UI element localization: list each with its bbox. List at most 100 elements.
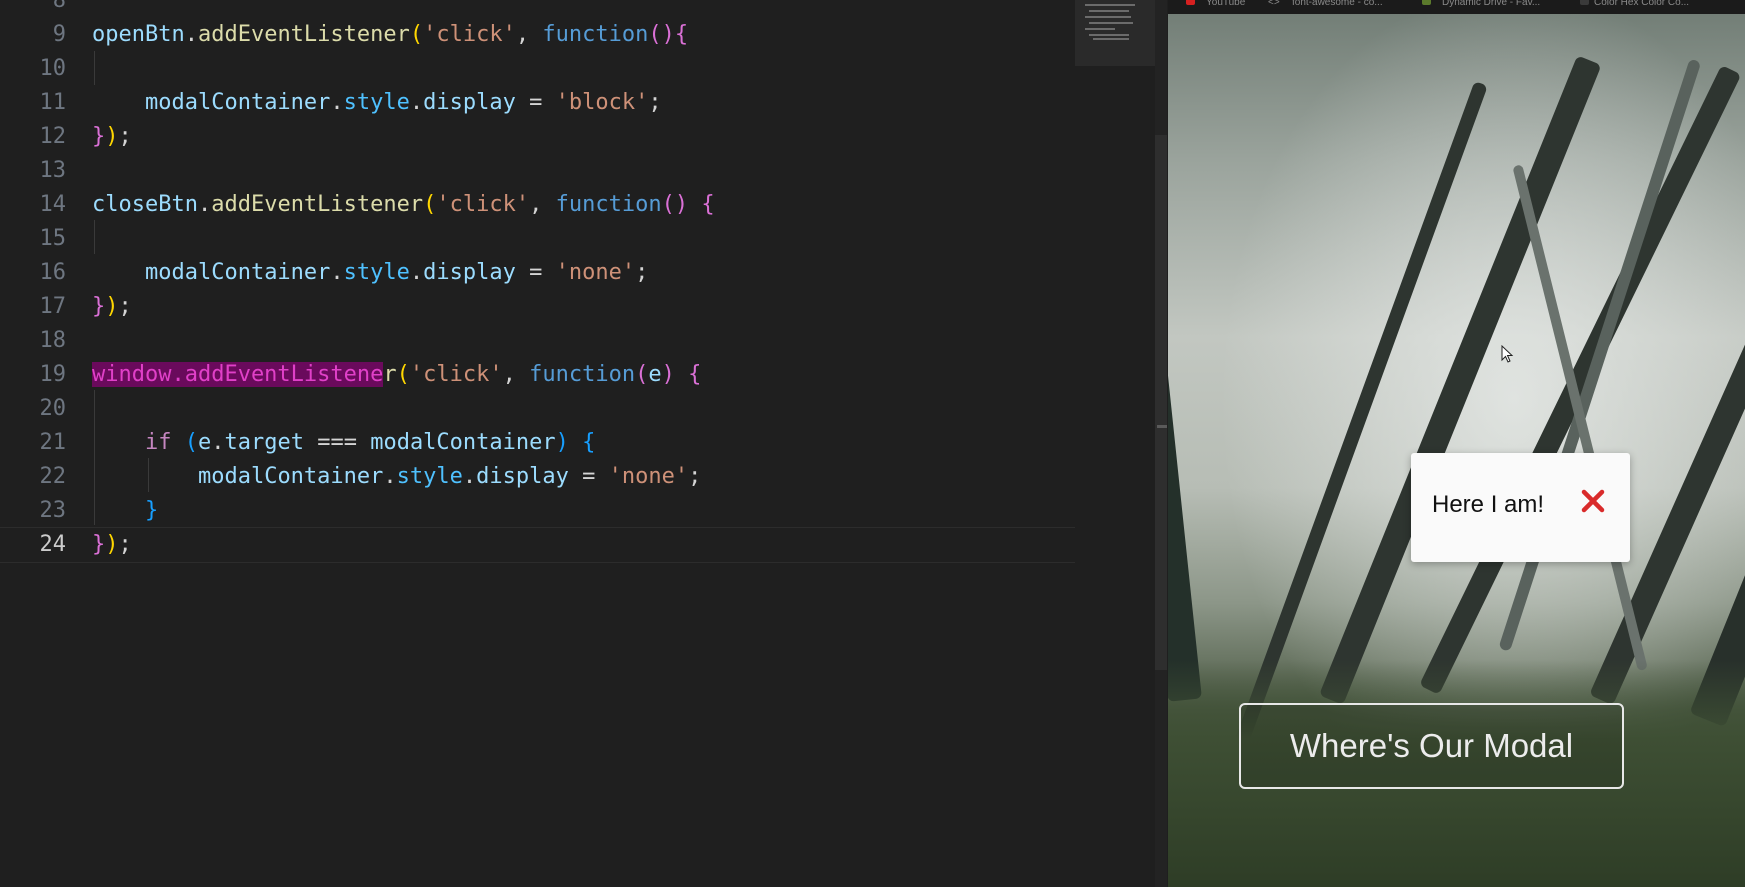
code-token: ( (423, 191, 437, 217)
code-token: style (343, 259, 410, 285)
line-number: 19 (39, 361, 67, 387)
code-line[interactable]: 11 modalContainer.style.display = 'block… (0, 85, 1075, 119)
code-token: display (476, 463, 569, 489)
code-token: modalContainer (370, 429, 556, 455)
close-x-icon[interactable] (1579, 487, 1607, 515)
code-token: { (582, 429, 596, 455)
code-token: e (197, 429, 212, 455)
code-text: modalContainer.style.display = 'block'; (92, 90, 662, 115)
code-line[interactable]: 19 window.addEventListener('click', funct… (0, 357, 1075, 391)
code-token: , (515, 21, 543, 47)
code-line[interactable]: 22 modalContainer.style.display = 'none'… (0, 459, 1075, 493)
code-token: closeBtn (92, 191, 198, 217)
bookmark-font-awesome[interactable]: font-awesome - co... (1292, 0, 1383, 8)
code-token: } (144, 497, 159, 523)
code-token: () (648, 21, 675, 47)
code-token: } (92, 123, 106, 149)
code-token: ) (105, 293, 119, 319)
code-line[interactable]: 17}); (0, 289, 1075, 323)
code-token: 'block' (555, 89, 649, 115)
code-token: ( (635, 361, 649, 387)
code-text: }); (92, 294, 132, 319)
code-editor[interactable]: 8 9 openBtn.addEventListener('click', fun… (0, 0, 1168, 887)
code-token: display (423, 89, 516, 115)
code-token: ) (661, 361, 675, 387)
code-text: if (e.target === modalContainer) { (92, 430, 595, 455)
code-token: . (211, 429, 225, 455)
editor-scrollbar-thumb[interactable] (1155, 135, 1167, 670)
code-token: . (462, 463, 477, 489)
code-text: } (92, 498, 158, 523)
line-number: 16 (39, 259, 67, 285)
line-number: 11 (39, 89, 67, 115)
code-line[interactable]: 21 if (e.target === modalContainer) { (0, 425, 1075, 459)
code-line[interactable]: 12}); (0, 119, 1075, 153)
code-token: = (515, 89, 556, 115)
code-token: modalContainer (197, 463, 384, 489)
code-line[interactable]: 14 closeBtn.addEventListener('click', fun… (0, 187, 1075, 221)
code-line[interactable]: 10 (0, 51, 1075, 85)
code-line[interactable]: 18 (0, 323, 1075, 357)
code-token: modalContainer (144, 259, 331, 285)
code-token: ; (118, 531, 132, 557)
code-line[interactable]: 15 (0, 221, 1075, 255)
code-line[interactable]: 16 modalContainer.style.display = 'none'… (0, 255, 1075, 289)
code-text: window.addEventListener('click', functio… (92, 361, 702, 387)
line-number: 14 (39, 191, 67, 217)
line-number: 9 (52, 21, 66, 47)
code-token: target (224, 429, 304, 455)
bookmark-dynamic-drive[interactable]: Dynamic Drive - Fav... (1442, 0, 1540, 8)
code-token: ; (635, 259, 649, 285)
youtube-icon (1186, 0, 1195, 5)
code-token: ( (184, 429, 198, 455)
code-token: 'click' (436, 191, 530, 217)
minimap[interactable] (1075, 0, 1155, 66)
code-token: r (383, 361, 397, 387)
line-number: 10 (39, 55, 67, 81)
code-token: . (330, 89, 344, 115)
code-token: function (542, 21, 649, 47)
code-token: } (92, 531, 106, 557)
line-number: 12 (39, 123, 67, 149)
bookmark-youtube[interactable]: YouTube (1206, 0, 1245, 8)
code-text: modalContainer.style.display = 'none'; (92, 464, 701, 489)
bookmark-color-hex[interactable]: Color Hex Color Co... (1594, 0, 1689, 8)
code-token: addEventListener (197, 21, 410, 47)
bookmarks-bar: YouTube <> font-awesome - co... Dynamic … (1168, 0, 1745, 14)
code-token: 'none' (555, 259, 636, 285)
color-hex-icon (1580, 0, 1589, 5)
code-token: e (648, 361, 662, 387)
line-number: 20 (39, 395, 67, 421)
code-token: . (330, 259, 344, 285)
mouse-pointer-icon (1501, 345, 1514, 363)
line-8-partial: 8 (0, 0, 1075, 17)
code-token: . (409, 89, 424, 115)
code-line[interactable]: 13 (0, 153, 1075, 187)
code-token: = (515, 259, 556, 285)
line-number: 8 (52, 0, 66, 13)
code-line[interactable]: 9 openBtn.addEventListener('click', funct… (0, 17, 1075, 51)
code-token: ; (118, 123, 132, 149)
code-token: { (688, 361, 702, 387)
code-token: ; (648, 89, 662, 115)
modal-dialog: Here I am! (1411, 453, 1630, 562)
open-modal-button[interactable]: Where's Our Modal (1239, 703, 1624, 789)
code-token: ) (105, 123, 119, 149)
code-line[interactable]: 20 (0, 391, 1075, 425)
line-number: 23 (39, 497, 67, 523)
code-token: function (555, 191, 662, 217)
code-text: }); (92, 124, 132, 149)
code-token: style (343, 89, 410, 115)
code-token: addEventListener (211, 191, 424, 217)
code-line[interactable]: 24}); (0, 527, 1075, 561)
code-token: if (144, 429, 172, 455)
code-token: ; (688, 463, 702, 489)
code-token: () (661, 191, 689, 217)
code-token: ( (409, 21, 424, 47)
code-token: style (396, 463, 463, 489)
code-line[interactable]: 23 } (0, 493, 1075, 527)
